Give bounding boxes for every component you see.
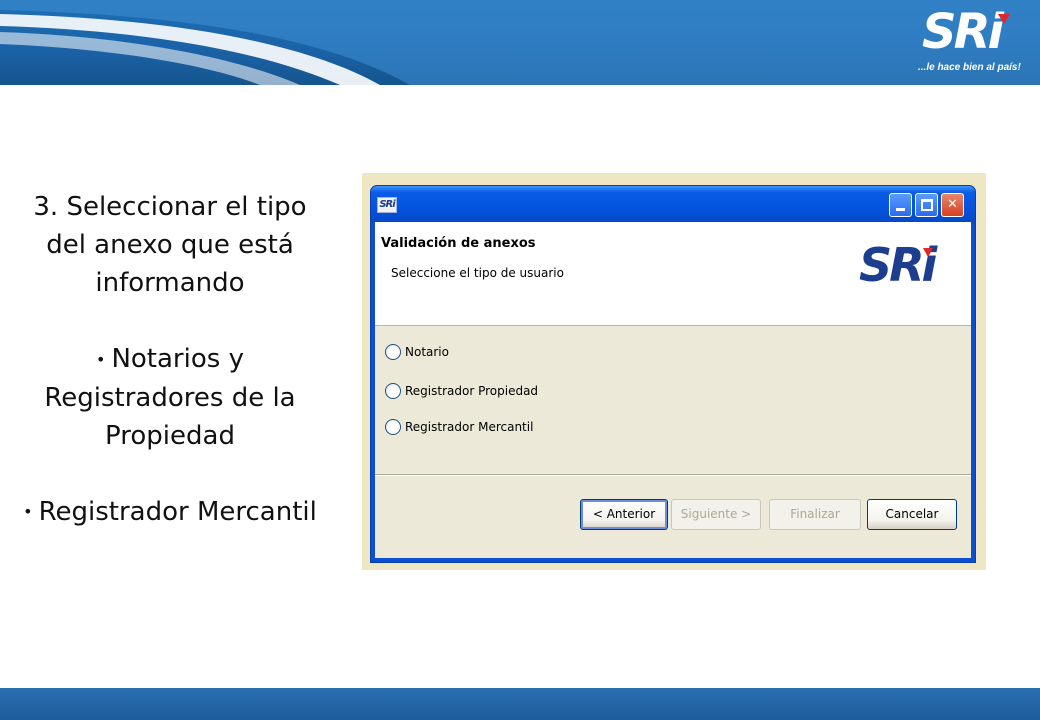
sri-logo-header: SRi ...le hace bien al país! <box>918 4 1021 73</box>
wizard-subtitle: Seleccione el tipo de usuario <box>391 266 564 280</box>
banner-swoosh-graphic <box>0 0 1040 85</box>
finish-button[interactable]: Finalizar <box>769 499 861 530</box>
wizard-screenshot-frame: SRi ✕ Validación de anexos Seleccione el… <box>362 173 986 570</box>
minimize-icon <box>896 208 905 211</box>
close-icon: ✕ <box>947 197 958 212</box>
logo-red-triangle <box>998 14 1010 24</box>
logo-slogan: ...le hace bien al país! <box>918 62 1021 73</box>
radio-label[interactable]: Notario <box>405 345 449 359</box>
radio-button[interactable] <box>385 383 401 399</box>
wizard-header: Validación de anexos Seleccione el tipo … <box>375 222 971 326</box>
radio-button[interactable] <box>385 419 401 435</box>
radio-button[interactable] <box>385 344 401 360</box>
bullet-text: Notarios y <box>111 344 244 374</box>
radio-option-registrador-propiedad[interactable]: Registrador Propiedad <box>385 381 645 403</box>
slide-header-banner: SRi ...le hace bien al país! <box>0 0 1040 85</box>
logo-wordmark: SRi <box>859 238 937 292</box>
bullet-continuation: Propiedad <box>105 420 235 451</box>
bullet-notarios: • Notarios y <box>10 340 330 379</box>
instruction-line: 3. Seleccionar el tipo <box>33 192 307 222</box>
wizard-window: SRi ✕ Validación de anexos Seleccione el… <box>370 185 976 563</box>
maximize-button[interactable] <box>915 193 938 217</box>
sri-logo-wizard: SRi <box>859 238 939 298</box>
window-titlebar[interactable]: SRi ✕ <box>371 186 975 222</box>
close-button[interactable]: ✕ <box>941 193 964 217</box>
bullet-text: Registrador Mercantil <box>38 496 317 527</box>
radio-option-notario[interactable]: Notario <box>385 342 645 364</box>
bullet-dot: • <box>23 502 33 521</box>
bullet-mercantil: • Registrador Mercantil <box>10 493 330 532</box>
previous-button[interactable]: < Anterior <box>580 499 668 530</box>
slide-footer-bar <box>0 688 1040 720</box>
logo-wordmark: SRi <box>922 4 1004 60</box>
instruction-line: del anexo que está <box>46 230 294 260</box>
cancel-button[interactable]: Cancelar <box>867 499 957 530</box>
bullet-continuation: Registradores de la <box>44 382 296 413</box>
wizard-title: Validación de anexos <box>381 236 536 251</box>
minimize-button[interactable] <box>889 193 912 217</box>
maximize-icon <box>920 199 933 211</box>
radio-label[interactable]: Registrador Mercantil <box>405 420 533 434</box>
bullet-dot: • <box>96 349 106 369</box>
logo-red-triangle <box>923 248 933 257</box>
radio-label[interactable]: Registrador Propiedad <box>405 384 538 398</box>
next-button[interactable]: Siguiente > <box>671 499 761 530</box>
instruction-line: informando <box>95 268 245 298</box>
wizard-client-area: Validación de anexos Seleccione el tipo … <box>375 222 971 558</box>
instructions-text: 3. Seleccionar el tipo del anexo que est… <box>10 188 330 531</box>
button-bar-divider <box>375 474 971 476</box>
app-icon: SRi <box>377 197 397 213</box>
radio-option-registrador-mercantil[interactable]: Registrador Mercantil <box>385 417 645 439</box>
